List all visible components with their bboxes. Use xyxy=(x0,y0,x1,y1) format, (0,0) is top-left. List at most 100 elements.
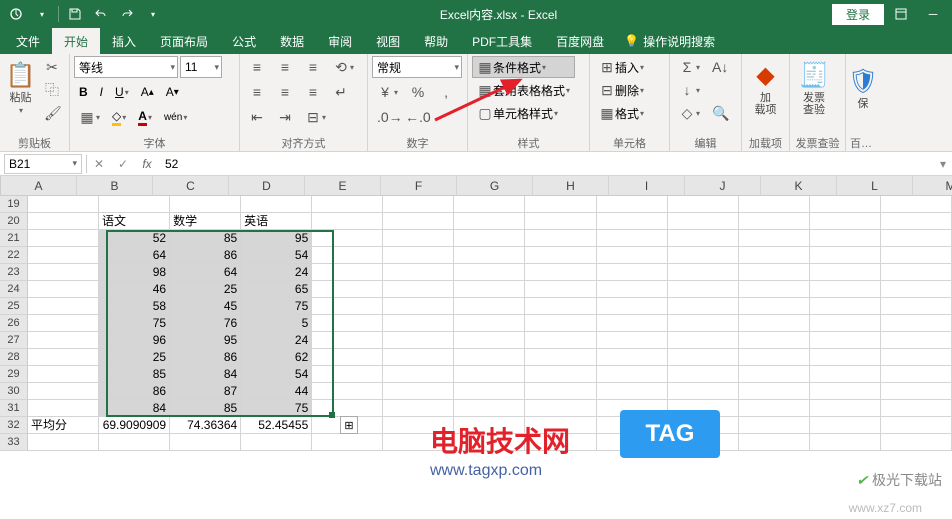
cell[interactable]: 75 xyxy=(99,315,170,332)
cell[interactable] xyxy=(525,230,596,247)
tab-formulas[interactable]: 公式 xyxy=(220,28,268,54)
cell[interactable] xyxy=(597,417,668,434)
cell[interactable]: 96 xyxy=(99,332,170,349)
align-right-button[interactable]: ≡ xyxy=(300,81,326,103)
cell[interactable] xyxy=(454,366,525,383)
cell[interactable] xyxy=(668,230,739,247)
format-as-table-button[interactable]: ▦套用表格格式▾ xyxy=(472,79,575,101)
cell[interactable] xyxy=(383,247,454,264)
column-header[interactable]: K xyxy=(761,176,837,195)
insert-function-button[interactable]: fx xyxy=(135,157,159,171)
cell[interactable] xyxy=(170,196,241,213)
column-header[interactable]: J xyxy=(685,176,761,195)
column-header[interactable]: L xyxy=(837,176,913,195)
cell[interactable] xyxy=(312,434,383,451)
cell[interactable] xyxy=(739,298,810,315)
sort-filter-button[interactable]: A↓ xyxy=(707,56,733,78)
row-header[interactable]: 27 xyxy=(0,332,28,349)
cell[interactable]: 86 xyxy=(170,247,241,264)
cell[interactable]: 69.9090909 xyxy=(99,417,170,434)
cell[interactable]: 58 xyxy=(99,298,170,315)
format-painter-button[interactable]: 🖌 xyxy=(39,102,65,124)
cell[interactable] xyxy=(810,213,881,230)
cell[interactable] xyxy=(454,281,525,298)
cell[interactable] xyxy=(383,196,454,213)
cell[interactable] xyxy=(170,434,241,451)
cell[interactable]: 76 xyxy=(170,315,241,332)
cell[interactable] xyxy=(454,400,525,417)
cell[interactable] xyxy=(597,264,668,281)
copy-button[interactable]: ⿻ xyxy=(39,79,65,101)
cell[interactable]: 46 xyxy=(99,281,170,298)
column-header[interactable]: D xyxy=(229,176,305,195)
cell[interactable]: 64 xyxy=(99,247,170,264)
conditional-formatting-button[interactable]: ▦条件格式▾ xyxy=(472,56,575,78)
cell[interactable] xyxy=(597,281,668,298)
cell[interactable] xyxy=(668,417,739,434)
cell[interactable] xyxy=(739,247,810,264)
fill-color-button[interactable]: ◇▾ xyxy=(107,106,131,128)
cell[interactable] xyxy=(28,434,99,451)
cell[interactable] xyxy=(597,247,668,264)
cell[interactable] xyxy=(739,264,810,281)
cell[interactable] xyxy=(454,315,525,332)
cell[interactable]: 数学 xyxy=(170,213,241,230)
cell[interactable] xyxy=(668,332,739,349)
font-size-combo[interactable]: 11▾ xyxy=(180,56,222,78)
fill-button[interactable]: ↓▾ xyxy=(674,79,705,101)
cell[interactable] xyxy=(739,434,810,451)
cell[interactable] xyxy=(881,281,952,298)
row-header[interactable]: 25 xyxy=(0,298,28,315)
cell[interactable] xyxy=(383,264,454,281)
cell[interactable] xyxy=(312,400,383,417)
cell[interactable] xyxy=(312,383,383,400)
cell[interactable] xyxy=(597,315,668,332)
cell[interactable] xyxy=(881,264,952,281)
cell[interactable] xyxy=(668,298,739,315)
cell[interactable]: 85 xyxy=(99,366,170,383)
cell[interactable] xyxy=(383,230,454,247)
cell[interactable] xyxy=(597,332,668,349)
cell[interactable] xyxy=(881,417,952,434)
delete-cells-button[interactable]: ⊟删除▾ xyxy=(594,79,649,101)
cell[interactable] xyxy=(810,196,881,213)
cell[interactable]: 24 xyxy=(241,264,312,281)
cell[interactable] xyxy=(312,281,383,298)
cell[interactable]: 86 xyxy=(99,383,170,400)
cell[interactable] xyxy=(810,417,881,434)
decrease-decimal-button[interactable]: ←.0 xyxy=(400,106,426,128)
cell[interactable] xyxy=(525,298,596,315)
cell[interactable] xyxy=(810,247,881,264)
align-top-button[interactable]: ≡ xyxy=(244,56,270,78)
cell[interactable] xyxy=(28,230,99,247)
row-header[interactable]: 22 xyxy=(0,247,28,264)
row-header[interactable]: 28 xyxy=(0,349,28,366)
tell-me-search[interactable]: 💡 操作说明搜索 xyxy=(616,28,723,54)
cell[interactable] xyxy=(383,332,454,349)
cell[interactable] xyxy=(454,213,525,230)
align-middle-button[interactable]: ≡ xyxy=(272,56,298,78)
protect-button[interactable]: 🛡 保 xyxy=(850,56,876,120)
row-header[interactable]: 21 xyxy=(0,230,28,247)
spreadsheet-grid[interactable]: ABCDEFGHIJKLM 1920语文数学英语2152859522648654… xyxy=(0,176,952,451)
cell[interactable] xyxy=(881,247,952,264)
decrease-indent-button[interactable]: ⇤ xyxy=(244,106,270,128)
cell[interactable] xyxy=(810,230,881,247)
column-header[interactable]: E xyxy=(305,176,381,195)
cell[interactable] xyxy=(383,349,454,366)
cell[interactable] xyxy=(383,298,454,315)
cell[interactable] xyxy=(312,366,383,383)
autosum-button[interactable]: Σ▾ xyxy=(674,56,705,78)
cell[interactable]: 62 xyxy=(241,349,312,366)
cell[interactable] xyxy=(312,264,383,281)
cell[interactable] xyxy=(668,264,739,281)
cell[interactable]: 87 xyxy=(170,383,241,400)
cell[interactable] xyxy=(739,349,810,366)
cell[interactable] xyxy=(454,434,525,451)
percent-button[interactable]: % xyxy=(405,81,431,103)
cell[interactable] xyxy=(312,230,383,247)
save-icon[interactable] xyxy=(63,3,87,25)
cell[interactable] xyxy=(739,383,810,400)
comma-button[interactable]: , xyxy=(433,81,459,103)
currency-button[interactable]: ¥▾ xyxy=(372,81,403,103)
